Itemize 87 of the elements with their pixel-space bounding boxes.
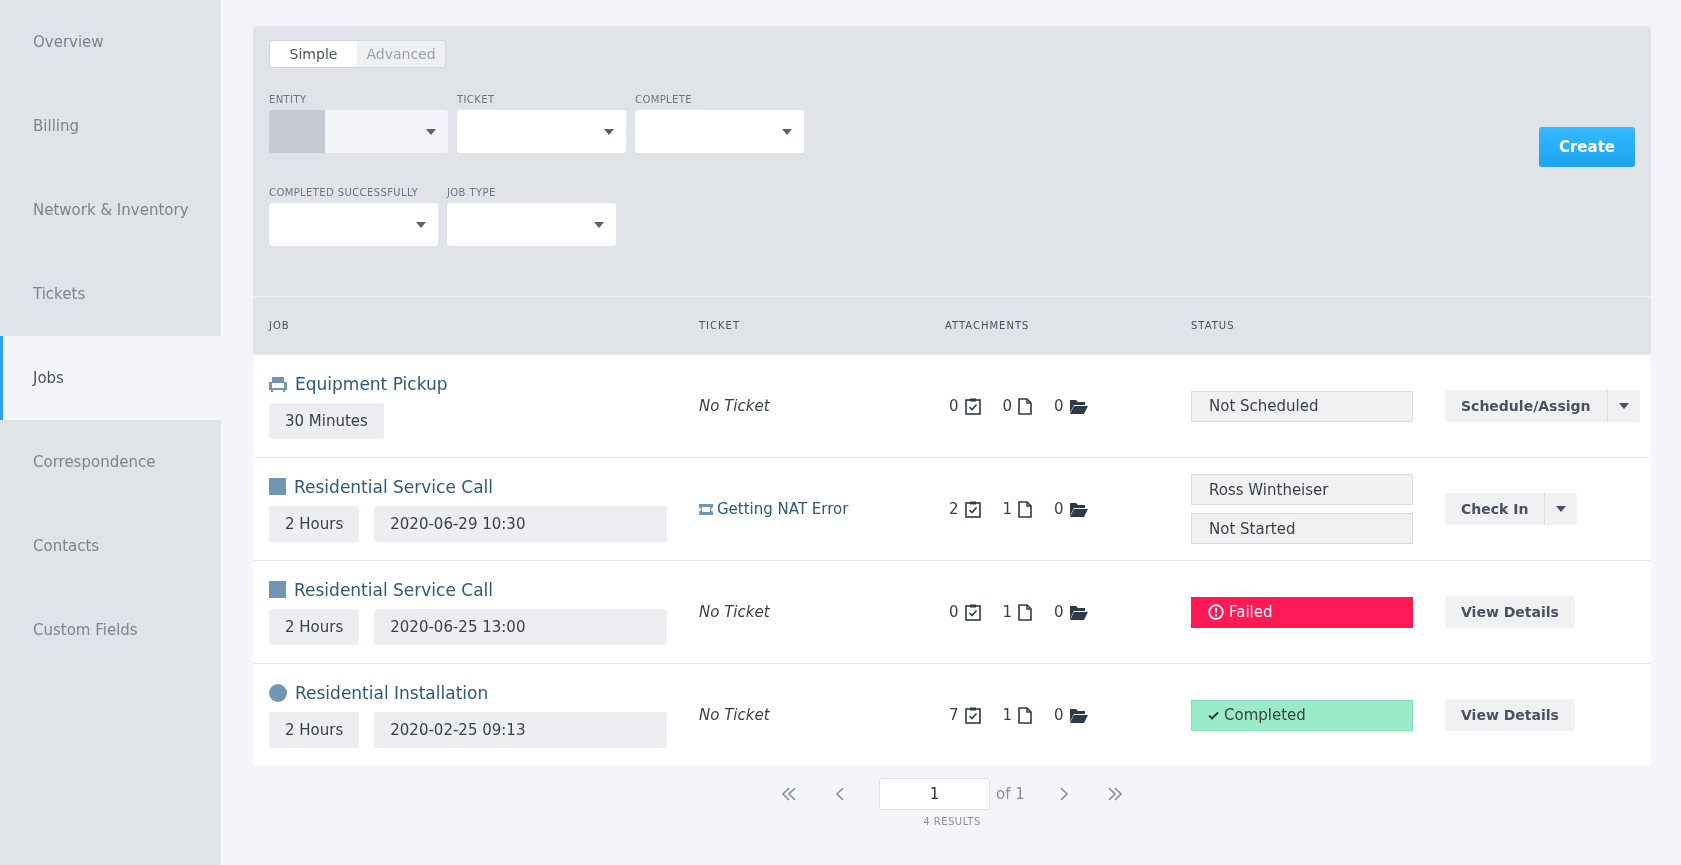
- column-header: STATUS: [1191, 320, 1236, 331]
- page-input[interactable]: 1: [879, 778, 991, 810]
- folder-open-icon: [1069, 501, 1088, 517]
- status-text: Not Scheduled: [1209, 397, 1319, 415]
- clipboard-check-icon: [964, 500, 981, 518]
- filter-label: COMPLETED SUCCESSFULLY: [269, 187, 420, 198]
- caret-icon: [782, 128, 792, 135]
- alert-icon: [1208, 604, 1224, 620]
- armchair-icon: [269, 375, 287, 392]
- folder-open-icon: [1069, 398, 1088, 414]
- page-count: of 1: [996, 785, 1025, 803]
- dropdown-button[interactable]: [1544, 493, 1578, 525]
- ticket-icon: [699, 503, 713, 515]
- attachment-count: 0: [949, 603, 959, 621]
- job-title-link[interactable]: Equipment Pickup: [295, 373, 448, 394]
- attachment-count: 0: [1054, 706, 1064, 724]
- status-text: Completed: [1224, 706, 1306, 724]
- chevron-right-icon: [1058, 786, 1069, 802]
- attachment-count: 2: [949, 500, 959, 518]
- document-icon: [1018, 603, 1033, 621]
- mode-tab[interactable]: Simple: [270, 41, 357, 67]
- date-chip: 2020-02-25 09:13: [374, 711, 668, 748]
- square-icon: [269, 478, 286, 495]
- double-chevron-right-icon: [1106, 786, 1123, 802]
- attachment-count: 7: [949, 706, 959, 724]
- dropdown-field[interactable]: [457, 110, 626, 153]
- caret-icon: [1618, 403, 1629, 409]
- filter-label: COMPLETE: [635, 94, 694, 105]
- filter-label: JOB TYPE: [447, 187, 497, 198]
- filter-label: ENTITY: [269, 94, 308, 105]
- ticket-text: No Ticket: [699, 706, 770, 724]
- clipboard-check-icon: [964, 397, 981, 415]
- attachment-count: 0: [949, 397, 959, 415]
- caret-icon: [416, 221, 426, 228]
- document-icon: [1018, 500, 1033, 518]
- caret-icon: [1556, 506, 1567, 512]
- column-header: JOB: [269, 320, 291, 331]
- filter-label: TICKET: [457, 94, 496, 105]
- document-icon: [1018, 397, 1033, 415]
- job-title-link[interactable]: Residential Installation: [295, 682, 489, 703]
- status-text: Failed: [1229, 603, 1273, 621]
- results-count: 4 RESULTS: [923, 816, 981, 827]
- caret-icon: [604, 128, 614, 135]
- column-header: ATTACHMENTS: [945, 320, 1031, 331]
- dropdown-button[interactable]: [1606, 390, 1640, 422]
- double-chevron-left-icon: [781, 786, 798, 802]
- dropdown-field[interactable]: [269, 110, 448, 153]
- ticket-text: No Ticket: [699, 603, 770, 621]
- attachment-count: 0: [1054, 500, 1064, 518]
- caret-icon: [594, 221, 604, 228]
- attachment-count: 0: [1054, 603, 1064, 621]
- attachment-count: 0: [1054, 397, 1064, 415]
- status-text: Not Started: [1209, 519, 1296, 538]
- attachment-count: 1: [1002, 603, 1013, 621]
- action-button[interactable]: Check In: [1445, 493, 1545, 525]
- date-chip: 2020-06-25 13:00: [374, 608, 668, 645]
- attachment-count: 1: [1002, 500, 1013, 518]
- dropdown-field[interactable]: [269, 203, 438, 246]
- action-button[interactable]: View Details: [1445, 699, 1575, 731]
- circle-icon: [269, 683, 287, 702]
- dropdown-field[interactable]: [635, 110, 804, 153]
- duration-chip: 2 Hours: [269, 608, 360, 645]
- clipboard-check-icon: [964, 706, 981, 724]
- square-icon: [269, 581, 286, 598]
- job-title-link[interactable]: Residential Service Call: [294, 476, 493, 497]
- chevron-left-icon: [835, 786, 846, 802]
- ticket-link[interactable]: Getting NAT Error: [717, 500, 849, 518]
- duration-chip: 2 Hours: [269, 505, 360, 542]
- attachment-count: 0: [1002, 397, 1013, 415]
- folder-open-icon: [1069, 707, 1088, 723]
- date-chip: 2020-06-29 10:30: [374, 505, 668, 542]
- attachment-count: 1: [1002, 706, 1013, 724]
- job-title-link[interactable]: Residential Service Call: [294, 579, 493, 600]
- action-button[interactable]: View Details: [1445, 596, 1575, 628]
- clipboard-check-icon: [964, 603, 981, 621]
- checkmark-icon: [1208, 710, 1219, 720]
- action-button[interactable]: Schedule/Assign: [1445, 390, 1607, 422]
- duration-chip: 30 Minutes: [269, 402, 384, 439]
- column-header: TICKET: [699, 320, 742, 331]
- caret-icon: [426, 128, 436, 135]
- dropdown-field[interactable]: [447, 203, 616, 246]
- folder-open-icon: [1069, 604, 1088, 620]
- status-text: Ross Wintheiser: [1209, 480, 1329, 499]
- duration-chip: 2 Hours: [269, 711, 360, 748]
- ticket-text: No Ticket: [699, 397, 770, 415]
- document-icon: [1018, 706, 1033, 724]
- sidebar-item[interactable]: Jobs: [0, 336, 221, 420]
